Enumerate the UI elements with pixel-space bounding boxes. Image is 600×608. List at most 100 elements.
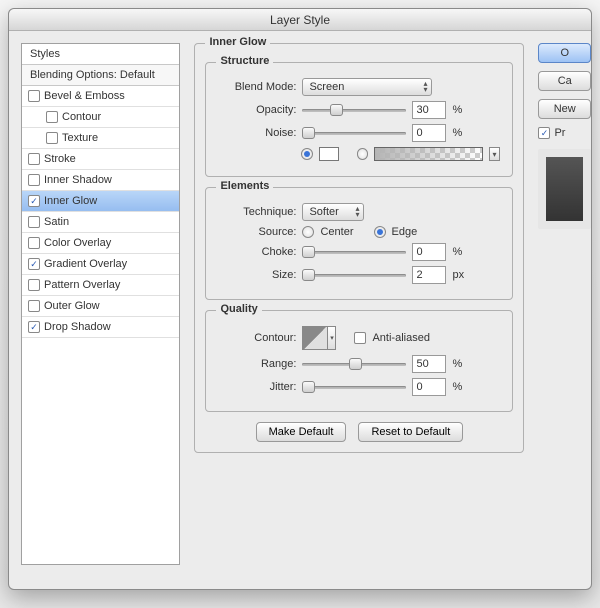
sidebar-item-outer-glow[interactable]: Outer Glow (22, 296, 179, 317)
noise-label: Noise: (218, 127, 296, 139)
sidebar-item-color-overlay[interactable]: Color Overlay (22, 233, 179, 254)
blend-mode-label: Blend Mode: (218, 81, 296, 93)
noise-slider[interactable] (302, 126, 406, 140)
opacity-field[interactable]: 30 (412, 101, 446, 119)
color-swatch[interactable] (319, 147, 339, 161)
sidebar-item-contour[interactable]: Contour (22, 107, 179, 128)
sidebar-item-label: Inner Shadow (44, 174, 112, 186)
sidebar-item-inner-glow[interactable]: Inner Glow (22, 191, 179, 212)
sidebar-item-label: Inner Glow (44, 195, 97, 207)
make-default-button[interactable]: Make Default (256, 422, 347, 442)
sidebar-item-bevel-emboss[interactable]: Bevel & Emboss (22, 86, 179, 107)
range-field[interactable]: 50 (412, 355, 446, 373)
blend-mode-dropdown[interactable]: Screen ▴▾ (302, 78, 432, 96)
source-edge-label: Edge (392, 226, 418, 238)
checkbox-icon[interactable] (28, 279, 40, 291)
elements-group: Elements Technique: Softer ▴▾ Source: Ce… (205, 187, 513, 300)
anti-aliased-checkbox[interactable] (354, 332, 366, 344)
opacity-label: Opacity: (218, 104, 296, 116)
gradient-radio[interactable] (357, 148, 369, 160)
sidebar-item-label: Color Overlay (44, 237, 111, 249)
main-panel: Inner Glow Structure Blend Mode: Screen … (194, 43, 524, 577)
layer-style-dialog: Layer Style Styles Blending Options: Def… (8, 8, 592, 590)
chevron-updown-icon: ▴▾ (355, 206, 359, 218)
preview-checkbox[interactable] (538, 127, 550, 139)
choke-field[interactable]: 0 (412, 243, 446, 261)
window-title: Layer Style (270, 13, 330, 27)
checkbox-icon[interactable] (28, 216, 40, 228)
checkbox-icon[interactable] (28, 258, 40, 270)
sidebar-item-texture[interactable]: Texture (22, 128, 179, 149)
checkbox-icon[interactable] (28, 153, 40, 165)
gradient-swatch[interactable] (374, 147, 482, 161)
sidebar-item-drop-shadow[interactable]: Drop Shadow (22, 317, 179, 338)
size-unit: px (452, 269, 470, 281)
checkbox-icon[interactable] (28, 237, 40, 249)
sidebar-item-label: Stroke (44, 153, 76, 165)
contour-dropdown-icon[interactable]: ▾ (328, 326, 336, 350)
size-field[interactable]: 2 (412, 266, 446, 284)
default-buttons: Make Default Reset to Default (205, 422, 513, 442)
source-edge-radio[interactable] (374, 226, 386, 238)
sidebar-item-label: Contour (62, 111, 101, 123)
inner-glow-panel: Inner Glow Structure Blend Mode: Screen … (194, 43, 524, 453)
sidebar-header[interactable]: Styles (22, 44, 179, 65)
sidebar-item-gradient-overlay[interactable]: Gradient Overlay (22, 254, 179, 275)
source-center-label: Center (320, 226, 353, 238)
sidebar-item-label: Texture (62, 132, 98, 144)
technique-dropdown[interactable]: Softer ▴▾ (302, 203, 364, 221)
range-label: Range: (218, 358, 296, 370)
sidebar-item-label: Bevel & Emboss (44, 90, 125, 102)
checkbox-icon[interactable] (28, 174, 40, 186)
contour-picker[interactable] (302, 326, 328, 350)
choke-label: Choke: (218, 246, 296, 258)
sidebar-item-pattern-overlay[interactable]: Pattern Overlay (22, 275, 179, 296)
jitter-field[interactable]: 0 (412, 378, 446, 396)
reset-default-button[interactable]: Reset to Default (358, 422, 463, 442)
source-center-radio[interactable] (302, 226, 314, 238)
checkbox-icon[interactable] (28, 321, 40, 333)
styles-list: Styles Blending Options: Default Bevel &… (21, 43, 180, 565)
sidebar-item-label: Satin (44, 216, 69, 228)
choke-slider[interactable] (302, 245, 406, 259)
gradient-dropdown-icon[interactable]: ▾ (489, 147, 501, 161)
structure-title: Structure (216, 55, 273, 67)
cancel-button[interactable]: Ca (538, 71, 591, 91)
jitter-slider[interactable] (302, 380, 406, 394)
panel-title: Inner Glow (205, 36, 270, 48)
blend-mode-value: Screen (309, 81, 344, 93)
checkbox-icon[interactable] (46, 132, 58, 144)
sidebar-blending-options[interactable]: Blending Options: Default (22, 65, 179, 86)
noise-unit: % (452, 127, 470, 139)
preview-label: Pr (554, 127, 565, 139)
preview-swatch (538, 149, 591, 229)
ok-button[interactable]: O (538, 43, 591, 63)
range-unit: % (452, 358, 470, 370)
size-slider[interactable] (302, 268, 406, 282)
checkbox-icon[interactable] (28, 195, 40, 207)
checkbox-icon[interactable] (28, 90, 40, 102)
sidebar-item-label: Gradient Overlay (44, 258, 127, 270)
sidebar: Styles Blending Options: Default Bevel &… (21, 43, 180, 577)
structure-group: Structure Blend Mode: Screen ▴▾ Opacity:… (205, 62, 513, 177)
right-column: O Ca New Pr (538, 43, 591, 577)
technique-label: Technique: (218, 206, 296, 218)
opacity-slider[interactable] (302, 103, 406, 117)
checkbox-icon[interactable] (28, 300, 40, 312)
new-style-button[interactable]: New (538, 99, 591, 119)
color-radio[interactable] (301, 148, 313, 160)
sidebar-item-label: Pattern Overlay (44, 279, 120, 291)
sidebar-item-stroke[interactable]: Stroke (22, 149, 179, 170)
range-slider[interactable] (302, 357, 406, 371)
quality-title: Quality (216, 303, 261, 315)
checkbox-icon[interactable] (46, 111, 58, 123)
noise-field[interactable]: 0 (412, 124, 446, 142)
chevron-updown-icon: ▴▾ (423, 81, 427, 93)
content: Styles Blending Options: Default Bevel &… (9, 31, 591, 589)
sidebar-item-satin[interactable]: Satin (22, 212, 179, 233)
sidebar-item-inner-shadow[interactable]: Inner Shadow (22, 170, 179, 191)
jitter-label: Jitter: (218, 381, 296, 393)
quality-group: Quality Contour: ▾ Anti-aliased Range: (205, 310, 513, 412)
opacity-unit: % (452, 104, 470, 116)
contour-label: Contour: (218, 332, 296, 344)
